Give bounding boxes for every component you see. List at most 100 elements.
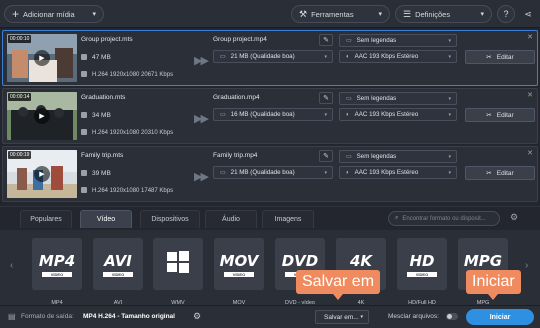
chevron-down-icon: ▾ [378,11,382,18]
subtitles-icon: ▭ [346,96,352,102]
file-row[interactable]: 00:00:10 ▶ Group project.mts 47 MB H.264… [2,30,538,86]
rename-pencil-icon[interactable]: ✎ [319,34,333,46]
audio-dropdown[interactable]: ◐ AAC 193 Kbps Estéreo ▾ [339,50,457,63]
rename-pencil-icon[interactable]: ✎ [319,150,333,162]
output-filename: Family trip.mp4 [213,152,258,159]
merge-files-toggle[interactable] [446,313,458,320]
toggle-knob [447,314,452,319]
edit-button[interactable]: ✂ Editar [465,166,535,180]
mov-logo: MOV [219,252,259,270]
tab-images[interactable]: Imagens [262,210,314,228]
video-thumbnail[interactable]: 00:00:19 ▶ [7,150,77,198]
settings-button[interactable]: ☰ Definições ▾ [395,5,492,23]
format-mp4[interactable]: MP4 VIDEO MP4 [32,238,82,306]
subtitles-dropdown[interactable]: ▭ Sem legendas ▾ [339,150,457,163]
video-thumbnail[interactable]: 00:00:10 ▶ [7,34,77,82]
convert-arrow-icon: ▶▶ [194,113,209,125]
edit-button[interactable]: ✂ Editar [465,50,535,64]
subtitles-dropdown[interactable]: ▭ Sem legendas ▾ [339,34,457,47]
hd-logo: HD [409,252,435,270]
subtitles-value: Sem legendas [356,95,397,102]
format-wmv[interactable]: WMV [153,238,203,306]
source-codec-value: H.264 1920x1080 17487 Kbps [92,188,174,194]
close-icon[interactable]: ✕ [527,149,533,157]
save-to-label: Salvar em... [324,313,359,321]
avi-logo: AVI [104,252,132,270]
top-toolbar: + Adicionar mídia ▾ ⚒ Ferramentas ▾ ☰ De… [0,0,540,28]
output-size-value: 16 MB (Qualidade boa) [230,111,295,118]
output-size-value: 21 MB (Qualidade boa) [230,53,295,60]
chevron-down-icon: ▾ [360,314,363,320]
tab-video[interactable]: Vídeo [80,210,132,228]
output-filename: Graduation.mp4 [213,94,260,101]
subtitles-icon: ▭ [346,154,352,160]
settings-icon: ☰ [403,8,412,19]
rename-pencil-icon[interactable]: ✎ [319,92,333,104]
start-tooltip: Iniciar [466,270,521,300]
audio-dropdown[interactable]: ◐ AAC 193 Kbps Estéreo ▾ [339,166,457,179]
file-icon [81,112,87,118]
chevron-right-icon[interactable]: › [525,260,528,271]
source-size-value: 39 MB [92,170,111,177]
close-icon[interactable]: ✕ [527,33,533,41]
file-row[interactable]: 00:00:14 ▶ Graduation.mts 34 MB H.264 19… [2,88,538,144]
settings-label: Definições [415,9,451,19]
mov-logo-sub: VIDEO [224,272,254,277]
output-format-value: MP4 H.264 - Tamanho original [83,313,175,320]
format-hd[interactable]: HD VIDEO HD/Full HD [397,238,447,306]
save-tooltip: Salvar em [296,270,381,300]
share-button[interactable]: ⋖ [519,5,537,23]
tab-audio[interactable]: Áudio [205,210,257,228]
audio-value: AAC 193 Kbps Estéreo [354,53,419,60]
video-thumbnail[interactable]: 00:00:14 ▶ [7,92,77,140]
subtitles-dropdown[interactable]: ▭ Sem legendas ▾ [339,92,457,105]
output-size-dropdown[interactable]: ▭ 21 MB (Qualidade boa) ▾ [213,50,333,63]
output-size-dropdown[interactable]: ▭ 21 MB (Qualidade boa) ▾ [213,166,333,179]
chevron-down-icon: ▾ [448,153,451,160]
chevron-down-icon: ▾ [324,111,327,118]
play-icon[interactable]: ▶ [34,166,50,182]
subtitles-icon: ▭ [346,38,352,44]
start-button[interactable]: Iniciar [466,309,534,325]
tools-button[interactable]: ⚒ Ferramentas ▾ [291,5,390,23]
play-icon[interactable]: ▶ [34,50,50,66]
scissors-icon: ✂ [486,170,492,177]
save-to-dropdown[interactable]: Salvar em... ▾ [315,310,369,324]
source-size-value: 34 MB [92,112,111,119]
scissors-icon: ✂ [486,112,492,119]
chevron-down-icon: ▾ [324,169,327,176]
source-size-value: 47 MB [92,54,111,61]
help-button[interactable]: ? [497,5,515,23]
convert-arrow-icon: ▶▶ [194,55,209,67]
bottom-bar: ▤ Formato de saída: MP4 H.264 - Tamanho … [0,305,540,328]
format-avi[interactable]: AVI VIDEO AVI [93,238,143,306]
format-mov[interactable]: MOV VIDEO MOV [214,238,264,306]
source-filename: Family trip.mts [81,152,124,159]
gear-icon[interactable]: ⚙ [193,311,201,322]
tab-popular[interactable]: Populares [20,210,72,228]
audio-dropdown[interactable]: ◐ AAC 193 Kbps Estéreo ▾ [339,108,457,121]
duration-badge: 00:00:10 [8,35,32,43]
edit-button[interactable]: ✂ Editar [465,108,535,122]
close-icon[interactable]: ✕ [527,91,533,99]
subtitles-value: Sem legendas [356,153,397,160]
chevron-left-icon[interactable]: ‹ [10,260,13,271]
subtitles-value: Sem legendas [356,37,397,44]
audio-value: AAC 193 Kbps Estéreo [354,169,419,176]
file-row[interactable]: 00:00:19 ▶ Family trip.mts 39 MB H.264 1… [2,146,538,202]
file-icon: ▭ [220,170,226,176]
add-media-label: Adicionar mídia [23,9,75,19]
source-codec: H.264 1920x1080 20310 Kbps [81,129,173,136]
settings-icon[interactable]: ⚙ [510,212,518,223]
chevron-down-icon: ▾ [480,11,484,18]
audio-icon: ◐ [346,53,350,60]
source-codec-value: H.264 1920x1080 20310 Kbps [92,130,174,136]
merge-files-label: Mesclar arquivos: [388,313,439,320]
play-icon[interactable]: ▶ [34,108,50,124]
windows-logo-icon [167,251,189,273]
edit-label: Editar [496,169,514,177]
output-size-dropdown[interactable]: ▭ 16 MB (Qualidade boa) ▾ [213,108,333,121]
format-search-input[interactable]: ⌕ Encontrar formato ou disposit... [388,211,500,226]
tab-devices[interactable]: Dispositivos [140,210,200,228]
add-media-button[interactable]: + Adicionar mídia ▾ [4,5,104,23]
